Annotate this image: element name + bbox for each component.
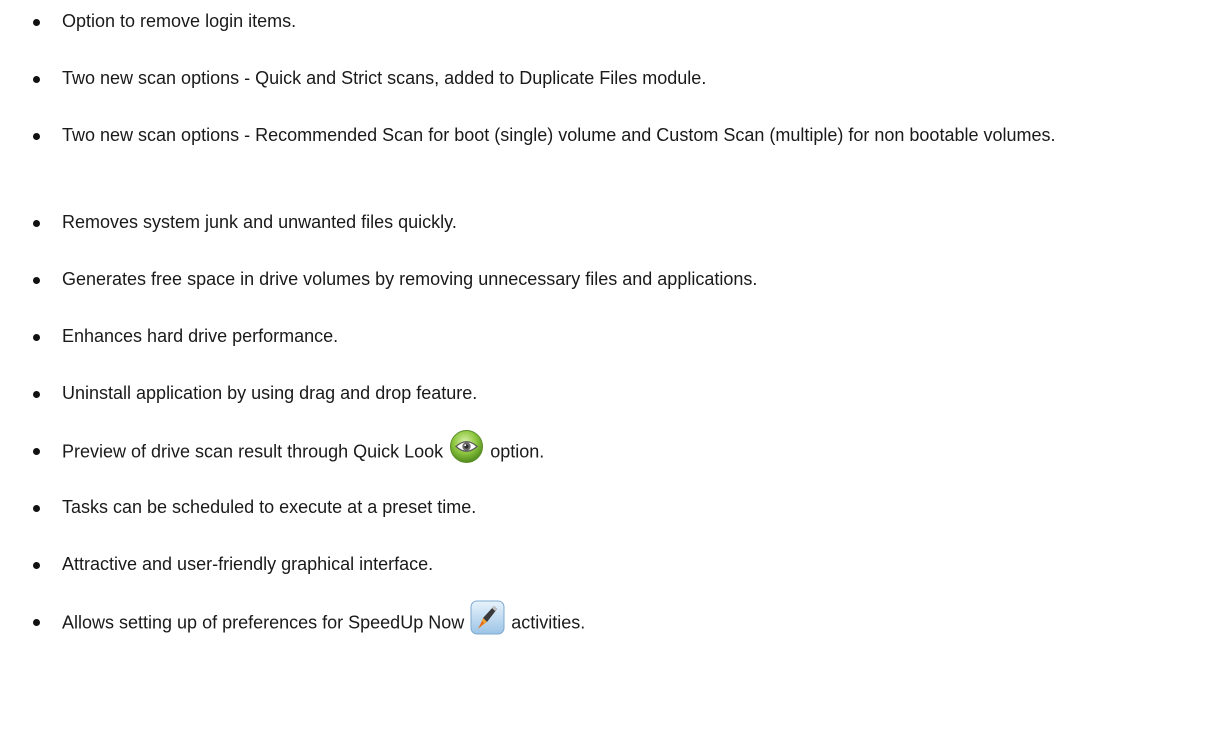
bullet	[33, 220, 40, 227]
bullet	[33, 505, 40, 512]
bullet	[33, 133, 40, 140]
rocket-icon	[470, 600, 505, 635]
feature-item-free-space: Generates free space in drive volumes by…	[0, 264, 1223, 295]
feature-item-remove-login-items: Option to remove login items.	[0, 6, 1223, 37]
feature-item-quick-look-preview: Preview of drive scan result through Qui…	[0, 430, 1223, 470]
bullet	[33, 448, 40, 455]
bullet	[33, 76, 40, 83]
feature-text-after: option.	[490, 441, 545, 462]
feature-text: Removes system junk and unwanted files q…	[62, 212, 457, 232]
feature-text: Two new scan options - Quick and Strict …	[62, 68, 707, 88]
feature-text-before: Allows setting up of preferences for Spe…	[62, 612, 465, 633]
feature-text: Option to remove login items.	[62, 11, 297, 31]
feature-text: Allows setting up of preferences for Spe…	[62, 600, 1200, 641]
feature-text-before: Preview of drive scan result through Qui…	[62, 441, 444, 462]
feature-text: Generates free space in drive volumes by…	[62, 269, 758, 289]
feature-text: Preview of drive scan result through Qui…	[62, 430, 1200, 470]
feature-item-drive-performance: Enhances hard drive performance.	[0, 321, 1223, 352]
feature-item-removes-junk: Removes system junk and unwanted files q…	[0, 207, 1223, 238]
bullet	[33, 334, 40, 341]
feature-text: Attractive and user-friendly graphical i…	[62, 554, 434, 574]
feature-text: Enhances hard drive performance.	[62, 326, 339, 346]
feature-item-scheduled-tasks: Tasks can be scheduled to execute at a p…	[0, 492, 1223, 523]
bullet	[33, 391, 40, 398]
bullet	[33, 19, 40, 26]
feature-text: Two new scan options - Recommended Scan …	[62, 125, 1056, 145]
bullet	[33, 619, 40, 626]
feature-item-volume-scan-options: Two new scan options - Recommended Scan …	[0, 120, 1223, 151]
bullet	[33, 277, 40, 284]
feature-text-after: activities.	[511, 612, 586, 633]
eye-icon	[449, 429, 484, 464]
feature-text: Uninstall application by using drag and …	[62, 383, 478, 403]
feature-item-speedup-preferences: Allows setting up of preferences for Spe…	[0, 600, 1223, 641]
bullet	[33, 562, 40, 569]
feature-item-graphical-interface: Attractive and user-friendly graphical i…	[0, 549, 1223, 580]
feature-item-drag-drop-uninstall: Uninstall application by using drag and …	[0, 378, 1223, 409]
feature-text: Tasks can be scheduled to execute at a p…	[62, 497, 477, 517]
feature-item-duplicate-scan-options: Two new scan options - Quick and Strict …	[0, 63, 1223, 94]
